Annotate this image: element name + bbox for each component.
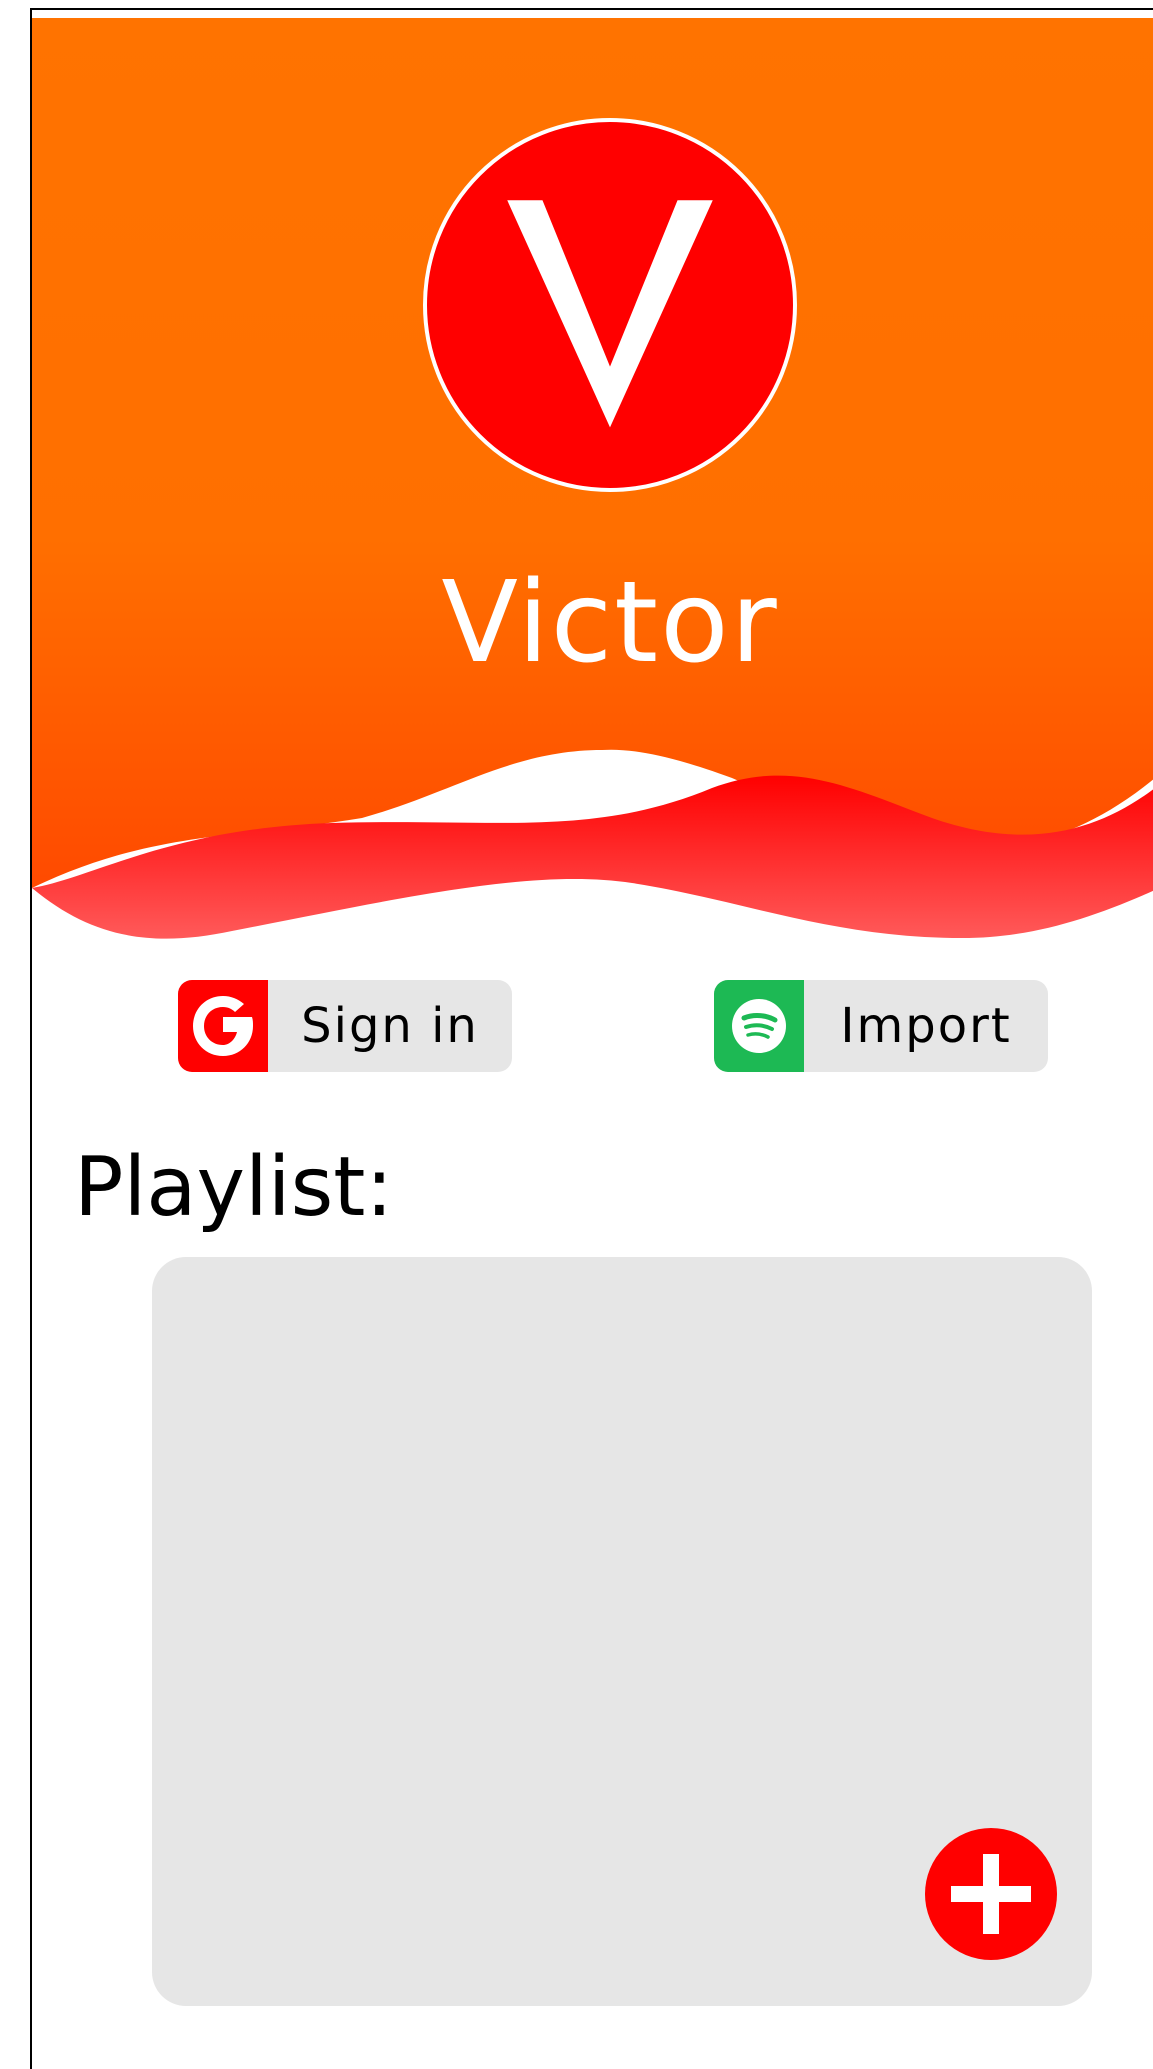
avatar-initial-glyph <box>507 200 713 428</box>
google-sign-in-button[interactable]: Sign in <box>178 980 512 1072</box>
import-label: Import <box>840 998 1012 1054</box>
user-name: Victor <box>441 558 779 688</box>
spotify-icon <box>714 980 804 1072</box>
sign-in-label: Sign in <box>301 998 479 1054</box>
google-icon <box>178 980 268 1072</box>
avatar <box>423 118 797 492</box>
plus-icon <box>951 1854 1031 1934</box>
profile-header: Victor <box>32 18 1153 948</box>
add-playlist-button[interactable] <box>925 1828 1057 1960</box>
spotify-import-button[interactable]: Import <box>714 980 1048 1072</box>
playlist-title: Playlist: <box>74 1140 394 1235</box>
app-frame: Victor Sign in Import Playlist: <box>30 8 1153 2069</box>
